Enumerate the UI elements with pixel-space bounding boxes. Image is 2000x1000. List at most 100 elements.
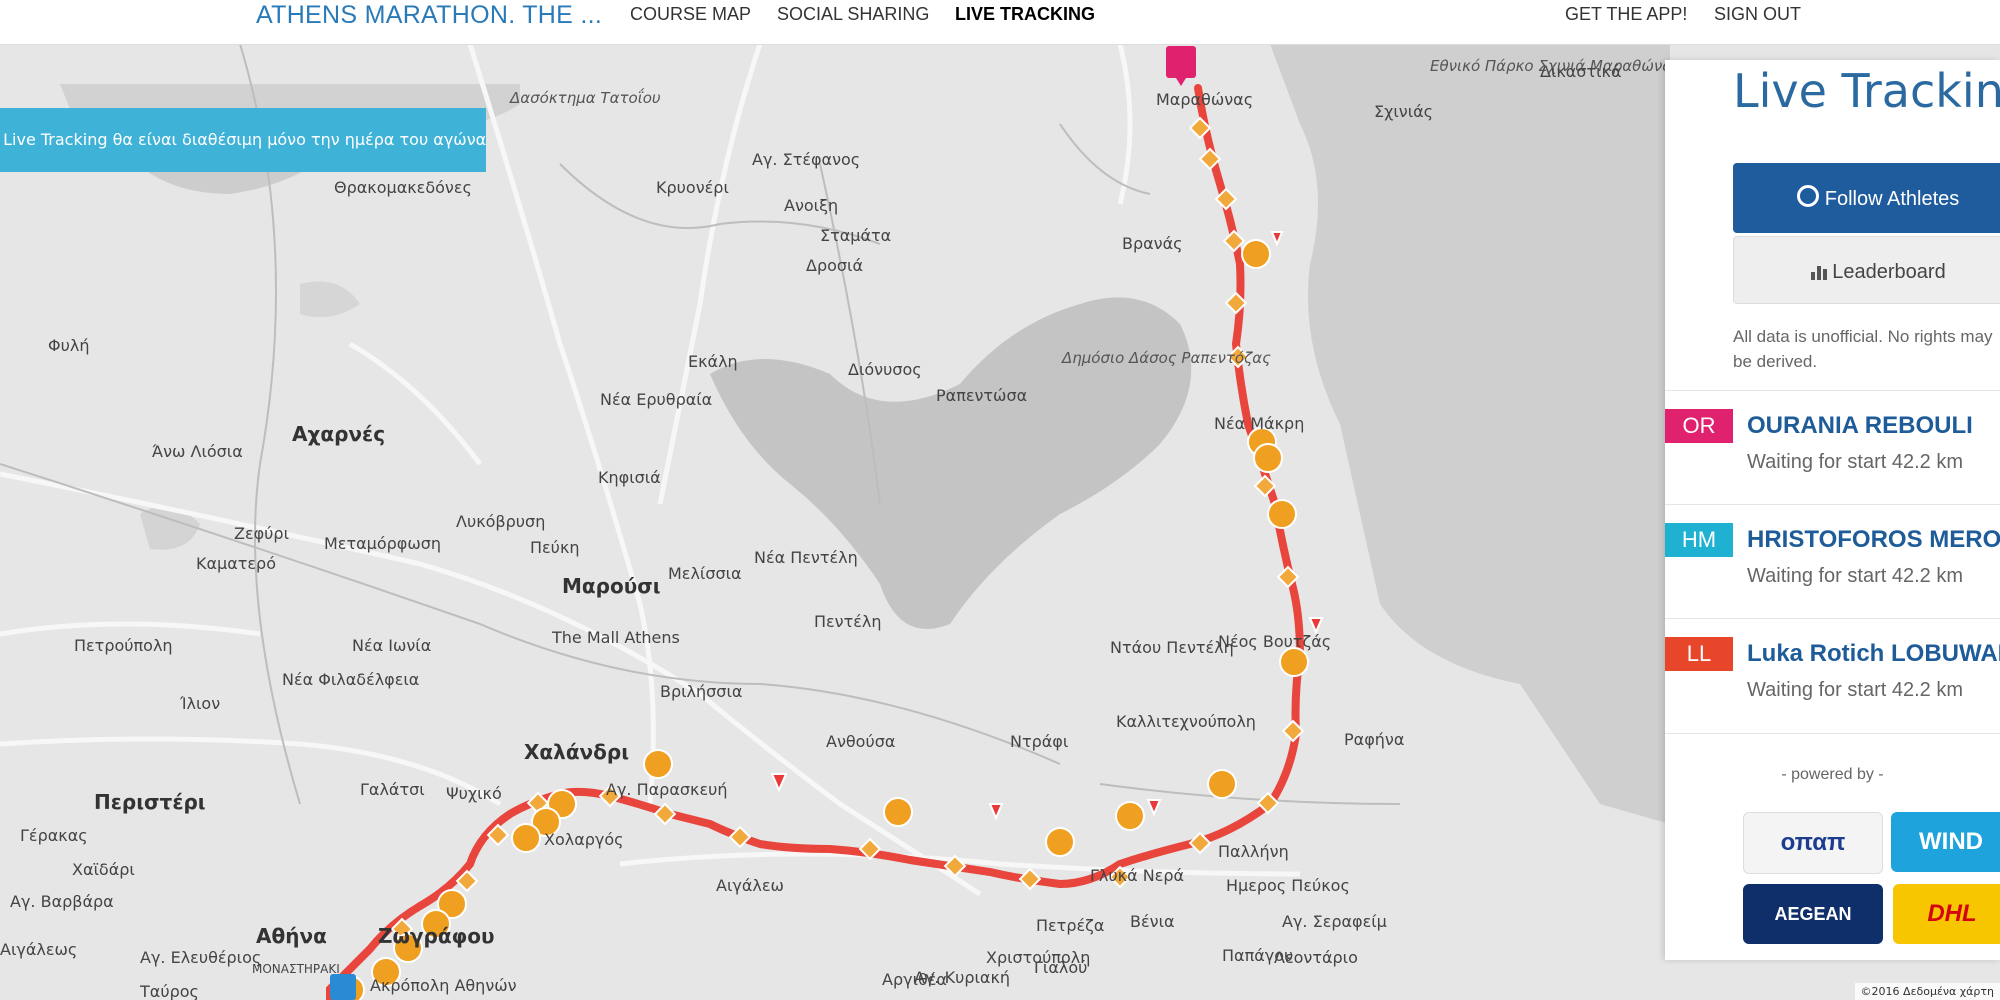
map-place-label: Δικαστικά [1540, 62, 1622, 81]
map-place-label: Ίλιον [180, 694, 221, 713]
map-place-label: Ημερος Πεύκος [1226, 876, 1350, 895]
nav-live-tracking[interactable]: LIVE TRACKING [955, 0, 1095, 30]
map-place-label: Νέα Μάκρη [1214, 414, 1305, 433]
map-place-label: Γλυκά Νερά [1090, 866, 1185, 885]
map-place-label: Πεντέλη [814, 612, 882, 631]
map-place-label: Αιγάλεως [0, 940, 78, 959]
map-place-label: Βένια [1130, 912, 1175, 931]
athlete-initials-badge: OR [1665, 409, 1733, 443]
leaderboard-button[interactable]: Leaderboard [1733, 236, 2000, 304]
nav-social-sharing[interactable]: SOCIAL SHARING [777, 0, 929, 30]
map-place-label: Χαλάνδρι [524, 740, 630, 764]
map-place-label: Περιστέρι [94, 790, 206, 814]
map-place-label: Παλλήνη [1218, 842, 1289, 861]
nav-sign-out[interactable]: SIGN OUT [1714, 0, 1801, 30]
map-place-label: Αγ. Σεραφείμ [1282, 912, 1387, 931]
map-place-label: ΜΟΝΑΣΤΗΡΑΚΙ [252, 962, 340, 976]
map-place-label: Αιγάλεω [716, 876, 784, 895]
map-place-label: Ντράφι [1010, 732, 1069, 751]
map-place-label: Κηφισιά [598, 468, 661, 487]
map-place-label: Σταμάτα [820, 226, 892, 245]
map-place-label: Πεύκη [530, 538, 580, 557]
powered-by-label: - powered by - [1781, 766, 1884, 783]
map-place-label: Βρανάς [1122, 234, 1183, 253]
athlete-name[interactable]: OURANIA REBOULI [1747, 409, 1973, 443]
athlete-name[interactable]: HRISTOFOROS MEROUSIS [1747, 523, 2000, 557]
nav-get-the-app[interactable]: GET THE APP! [1565, 0, 1687, 30]
data-disclaimer: All data is unofficial. No rights may be… [1733, 327, 1993, 371]
map-place-label: Δημόσιο Δάσος Ραπεντόζας [1062, 349, 1271, 367]
map-place-label: Διόνυσος [848, 360, 922, 379]
map-place-label: Ακρόπολη Αθηνών [370, 976, 517, 995]
map-place-label: Λεοντάριο [1274, 948, 1358, 967]
map-place-label: Δροσιά [806, 256, 863, 275]
map-place-label: Αγ. Στέφανος [752, 150, 861, 169]
map-place-label: Γαλάτσι [360, 780, 425, 799]
map-place-label: Βριλήσσια [660, 682, 743, 701]
live-tracking-availability-banner: Η Live Tracking θα είναι διαθέσιμη μόνο … [0, 108, 486, 172]
map-place-label: Χριστούπολη [986, 948, 1091, 967]
follow-athletes-label: Follow Athletes [1824, 188, 1960, 210]
athlete-item[interactable]: OR OURANIA REBOULI Waiting for start 42.… [1665, 390, 2000, 505]
map-place-label: Ζεφύρι [234, 524, 289, 543]
search-icon [1796, 185, 1819, 207]
map-copyright: ©2016 Δεδομένα χάρτη [1854, 983, 2000, 1000]
banner-text: Η Live Tracking θα είναι διαθέσιμη μόνο … [0, 130, 486, 149]
map-place-label: Ζωγράφου [378, 924, 495, 948]
bar-chart-icon [1810, 240, 1828, 280]
athlete-initials-badge: LL [1665, 637, 1733, 671]
map-place-label: Εκάλη [688, 352, 738, 371]
map-place-label: Μεταμόρφωση [324, 534, 441, 553]
map-place-label: Νέα Ερυθραία [600, 390, 713, 409]
map-place-label: Χολαργός [544, 830, 624, 849]
map-place-label: Λυκόβρυση [456, 512, 546, 531]
map-place-label: Πετρούπολη [74, 636, 173, 655]
athlete-initials-badge: HM [1665, 523, 1733, 557]
map-place-label: Χαϊδάρι [72, 860, 135, 879]
sponsor-dhl-logo[interactable]: DHL [1893, 884, 2000, 944]
map-place-label: Μαραθώνας [1156, 90, 1254, 109]
map-place-label: Αγ. Ελευθέριος [140, 948, 262, 967]
athlete-status: Waiting for start 42.2 km [1747, 565, 1963, 587]
map-place-label: Αργιθέα [882, 970, 947, 989]
map-place-label: Ανθούσα [826, 732, 896, 751]
map-place-label: Μελίσσια [668, 564, 742, 583]
leaderboard-label: Leaderboard [1832, 261, 1946, 283]
map-place-label: Ανοιξη [784, 196, 839, 215]
brand-title-link[interactable]: ATHENS MARATHON. THE ... [256, 0, 602, 30]
live-tracking-panel: Live Tracking Follow Athletes Leaderboar… [1665, 60, 2000, 960]
sponsor-opap-logo[interactable]: οπαπ [1743, 812, 1883, 874]
map-place-label: Νέα Ιωνία [352, 636, 432, 655]
map-place-label: Ντάου Πεντέλη [1110, 638, 1234, 657]
map-place-label: Κρυονέρι [656, 178, 729, 197]
sponsor-aegean-logo[interactable]: AEGEAN [1743, 884, 1883, 944]
map-place-label: Αθήνα [256, 924, 327, 948]
nav-course-map[interactable]: COURSE MAP [630, 0, 751, 30]
map-place-label: Θρακομακεδόνες [334, 178, 472, 197]
top-navigation-bar: ATHENS MARATHON. THE ... COURSE MAP SOCI… [0, 0, 2000, 45]
map-place-label: Νέος Βουτζάς [1218, 632, 1332, 651]
panel-title: Live Tracking [1733, 64, 2000, 118]
athlete-item[interactable]: LL Luka Rotich LOBUWAN Waiting for start… [1665, 618, 2000, 734]
follow-athletes-button[interactable]: Follow Athletes [1733, 163, 2000, 233]
map-place-label: Νέα Φιλαδέλφεια [282, 670, 420, 689]
map-place-label: Αχαρνές [292, 422, 386, 446]
map-place-label: Ψυχικό [446, 784, 502, 803]
athlete-status: Waiting for start 42.2 km [1747, 679, 1963, 701]
sponsor-wind-logo[interactable]: WIND [1891, 812, 2000, 872]
map-place-label: Αγ. Βαρβάρα [10, 892, 114, 911]
athlete-status: Waiting for start 42.2 km [1747, 451, 1963, 473]
athlete-item[interactable]: HM HRISTOFOROS MEROUSIS Waiting for star… [1665, 504, 2000, 619]
map-place-label: Γέρακας [20, 826, 88, 845]
map-place-label: Ραφήνα [1344, 730, 1405, 749]
map-place-label: Φυλή [48, 336, 90, 355]
map-place-label: Δασόκτημα Τατοΐου [510, 89, 661, 107]
map-place-label: The Mall Athens [552, 628, 680, 647]
map-place-label: Μαρούσι [562, 574, 661, 598]
athlete-name[interactable]: Luka Rotich LOBUWAN [1747, 637, 2000, 671]
map-place-label: Σχινιάς [1374, 102, 1434, 121]
map-place-label: Καλλιτεχνούπολη [1116, 712, 1256, 731]
map-place-label: Αγ. Παρασκευή [606, 780, 728, 799]
map-place-label: Ραπεντώσα [936, 386, 1028, 405]
map-place-label: Άνω Λιόσια [152, 442, 243, 461]
